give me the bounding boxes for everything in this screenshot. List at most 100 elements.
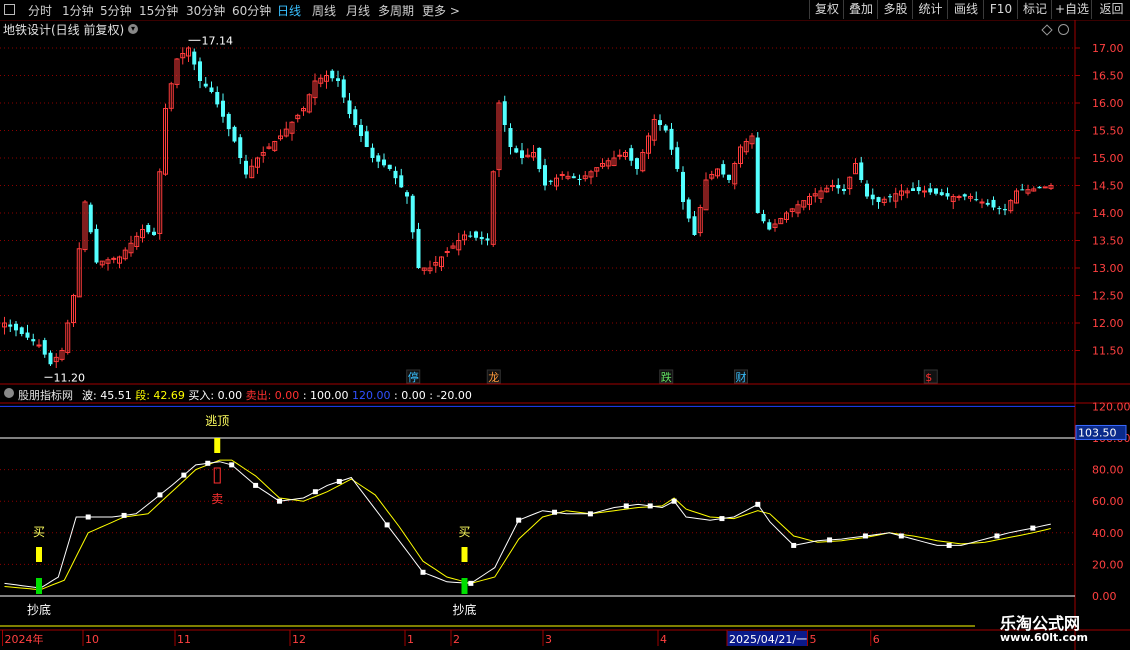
date-label: 2025/04/21/一: [729, 633, 807, 646]
candle-body: [537, 147, 542, 169]
low-label: 11.20: [54, 371, 86, 384]
indicator-header: 股朋指标网 波: 45.51 段: 42.69 买入: 0.00 卖出: 0.0…: [0, 386, 1075, 402]
candle-body: [721, 164, 726, 175]
price-tick-label: 16.50: [1092, 70, 1124, 83]
indicator-tick-label: 120.00: [1092, 400, 1130, 413]
wave-dot: [755, 501, 761, 507]
price-tick-label: 12.50: [1092, 290, 1124, 303]
candle-body: [974, 199, 979, 201]
candle-body: [755, 137, 760, 213]
indicator-value: 波: 45.51: [82, 389, 136, 402]
wave-line: [4, 461, 1051, 589]
candle-body: [405, 192, 409, 197]
candle-body: [543, 165, 547, 186]
wave-dot: [827, 537, 833, 543]
candle-body: [658, 120, 662, 125]
indicator-value: 120.00: [352, 389, 395, 402]
indicator-tick-label: 80.00: [1092, 464, 1124, 477]
event-marker: 龙: [488, 371, 499, 384]
candle-body: [548, 180, 553, 182]
candle-body: [215, 91, 220, 105]
candle-body: [387, 164, 392, 169]
price-tick-label: 12.00: [1092, 317, 1124, 330]
candle-body: [888, 196, 892, 198]
candle-body: [474, 231, 478, 238]
date-label: 10: [85, 633, 99, 646]
segment-line: [4, 459, 1051, 591]
indicator-tick-label: 0.00: [1092, 590, 1117, 603]
candle-body: [577, 178, 582, 180]
candle-body: [508, 128, 513, 147]
wave-dot: [516, 517, 522, 523]
candle-body: [945, 193, 950, 197]
candle-body: [669, 128, 674, 150]
wave-dot: [862, 533, 868, 539]
candle-body: [479, 237, 484, 240]
indicator-value: 段: 42.69: [135, 389, 189, 402]
event-marker: 财: [736, 370, 747, 384]
candle-body: [192, 51, 197, 65]
date-label: 3: [545, 633, 552, 646]
wave-dot: [587, 511, 593, 517]
candle-body: [617, 154, 623, 157]
candle-body: [370, 147, 375, 158]
candle-body: [36, 344, 42, 347]
wave-dot: [253, 482, 259, 488]
wave-dot: [157, 492, 163, 498]
wave-dot: [898, 533, 904, 539]
wave-dot: [312, 489, 318, 495]
candle-body: [198, 61, 202, 81]
candle-body: [514, 148, 519, 153]
candle-body: [444, 251, 450, 253]
price-tick-label: 13.50: [1092, 235, 1124, 248]
candle-body: [226, 113, 231, 130]
indicator-value: : 100.00: [302, 389, 353, 402]
candle-body: [1003, 209, 1007, 211]
candle-body: [330, 70, 335, 79]
candle-body: [559, 174, 565, 176]
date-label: 2: [453, 633, 460, 646]
price-tick-label: 15.50: [1092, 125, 1124, 138]
candle-body: [629, 148, 634, 161]
candle-body: [146, 225, 151, 233]
candle-body: [25, 332, 30, 338]
date-label: 5: [810, 633, 817, 646]
event-marker: $: [925, 371, 932, 384]
candle-body: [663, 125, 668, 131]
candle-body: [916, 187, 921, 191]
candle-body: [221, 100, 225, 117]
wave-dot: [719, 516, 725, 522]
candle-body: [997, 208, 1002, 210]
candle-body: [761, 213, 766, 222]
date-label: 6: [873, 633, 880, 646]
candle-body: [502, 101, 507, 125]
high-label: 17.14: [202, 34, 234, 47]
bottom-signal-label: 抄底: [27, 602, 51, 617]
candle-body: [1042, 186, 1048, 189]
buy-signal-label: 买: [33, 525, 45, 539]
top-signal-bar: [214, 438, 221, 453]
buy-signal-bar-green: [36, 578, 42, 594]
wave-dot: [181, 472, 187, 478]
candle-body: [727, 174, 731, 180]
candle-body: [635, 158, 639, 169]
indicator-current-label: 103.50: [1078, 426, 1117, 439]
candle-body: [152, 231, 156, 235]
candle-body: [991, 199, 996, 208]
sell-signal-label: 卖: [211, 492, 223, 506]
price-tick-label: 13.00: [1092, 262, 1124, 275]
indicator-value: : 0.00: [394, 389, 430, 402]
candle-body: [842, 188, 846, 191]
candle-body: [675, 147, 680, 169]
candle-body: [520, 150, 524, 158]
candle-body: [681, 171, 685, 202]
wave-dot: [384, 522, 390, 528]
wave-dot: [623, 503, 629, 509]
wave-dot: [647, 503, 653, 509]
candle-body: [376, 155, 381, 162]
indicator-name: 股朋指标网: [18, 389, 73, 402]
candle-body: [341, 79, 346, 98]
candle-body: [928, 188, 933, 193]
wave-dot: [946, 542, 952, 548]
candle-body: [1020, 189, 1025, 191]
